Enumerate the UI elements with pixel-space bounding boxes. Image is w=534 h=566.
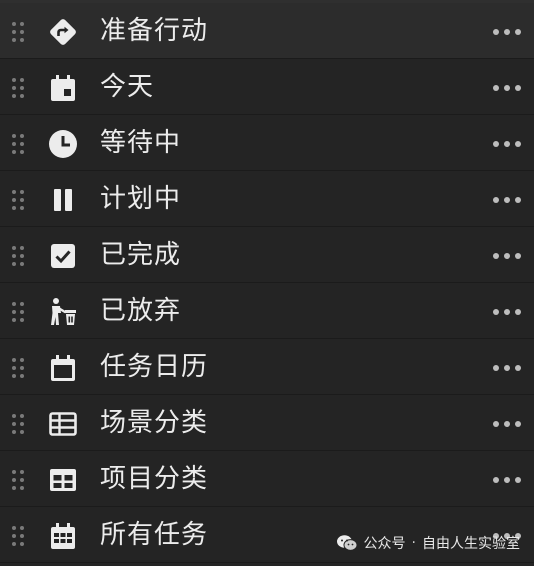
- drag-handle-icon[interactable]: [10, 133, 26, 155]
- list-item-label: 项目分类: [100, 464, 209, 494]
- drag-handle-icon[interactable]: [10, 469, 26, 491]
- next-action-icon: [46, 15, 80, 49]
- drag-handle-icon[interactable]: [10, 301, 26, 323]
- more-options-icon[interactable]: [490, 413, 524, 435]
- list-item-label: 准备行动: [100, 16, 209, 46]
- list-item-label: 等待中: [100, 128, 182, 158]
- more-options-icon[interactable]: [490, 133, 524, 155]
- watermark-account: 公众号: [363, 536, 406, 552]
- list-item-contexts[interactable]: 场景分类: [0, 395, 534, 451]
- project-grid-icon: [46, 463, 80, 497]
- drag-handle-icon[interactable]: [10, 189, 26, 211]
- more-options-icon[interactable]: [490, 77, 524, 99]
- list-item-label: 已放弃: [100, 296, 182, 326]
- list-item-label: 今天: [100, 72, 155, 102]
- list-item-next-actions[interactable]: 准备行动: [0, 3, 534, 59]
- more-options-icon[interactable]: [490, 357, 524, 379]
- perspective-list: 准备行动 今天 等待中 计划中 已完成 已放弃 任务日历 场景分类 项目分类 所…: [0, 3, 534, 563]
- list-item-label: 所有任务: [100, 520, 209, 550]
- list-item-dropped[interactable]: 已放弃: [0, 283, 534, 339]
- watermark-separator: ·: [411, 535, 416, 551]
- list-item-planned[interactable]: 计划中: [0, 171, 534, 227]
- watermark-name: 自由人生实验室: [422, 536, 520, 552]
- today-calendar-icon: [46, 71, 80, 105]
- list-item-completed[interactable]: 已完成: [0, 227, 534, 283]
- more-options-icon[interactable]: [490, 469, 524, 491]
- list-item-task-calendar[interactable]: 任务日历: [0, 339, 534, 395]
- list-item-today[interactable]: 今天: [0, 59, 534, 115]
- list-item-label: 计划中: [100, 184, 182, 214]
- drag-handle-icon[interactable]: [10, 357, 26, 379]
- list-item-label: 任务日历: [100, 352, 209, 382]
- drag-handle-icon[interactable]: [10, 77, 26, 99]
- drag-handle-icon[interactable]: [10, 21, 26, 43]
- drag-handle-icon[interactable]: [10, 525, 26, 547]
- checkbox-checked-icon: [46, 239, 80, 273]
- more-options-icon[interactable]: [490, 301, 524, 323]
- calendar-grid-icon: [46, 519, 80, 553]
- more-options-icon[interactable]: [490, 245, 524, 267]
- list-item-projects[interactable]: 项目分类: [0, 451, 534, 507]
- calendar-icon: [46, 351, 80, 385]
- wechat-logo-icon: [336, 534, 358, 552]
- pause-icon: [46, 183, 80, 217]
- list-item-label: 场景分类: [100, 408, 209, 438]
- drag-handle-icon[interactable]: [10, 413, 26, 435]
- table-grid-icon: [46, 407, 80, 441]
- clock-icon: [46, 127, 80, 161]
- drag-handle-icon[interactable]: [10, 245, 26, 267]
- discard-trash-icon: [46, 295, 80, 329]
- list-item-label: 已完成: [100, 240, 182, 270]
- watermark: 公众号 · 自由人生实验室: [336, 530, 520, 556]
- more-options-icon[interactable]: [490, 189, 524, 211]
- list-item-waiting[interactable]: 等待中: [0, 115, 534, 171]
- more-options-icon[interactable]: [490, 21, 524, 43]
